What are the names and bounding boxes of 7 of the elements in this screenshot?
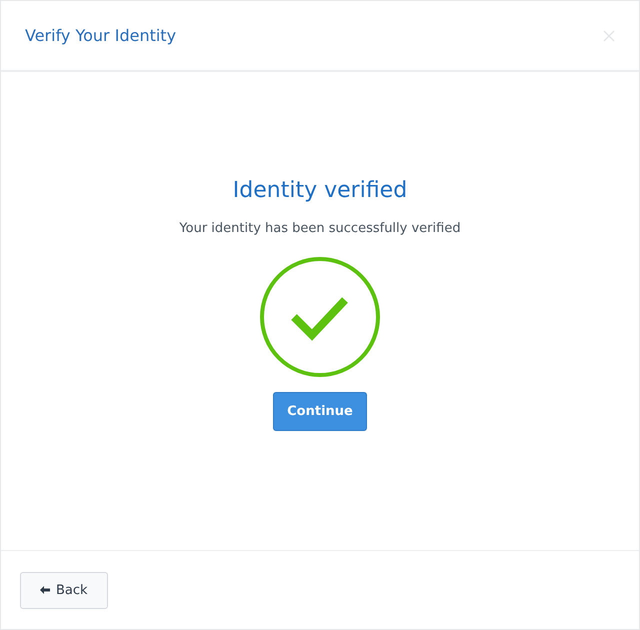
- success-heading: Identity verified: [232, 178, 408, 203]
- checkmark-circle-icon: [259, 256, 381, 378]
- dialog-title: Verify Your Identity: [25, 26, 176, 45]
- success-message: Your identity has been successfully verified: [179, 221, 461, 236]
- arrow-left-icon: [40, 586, 50, 594]
- back-button[interactable]: Back: [20, 572, 108, 608]
- close-icon[interactable]: [603, 30, 615, 42]
